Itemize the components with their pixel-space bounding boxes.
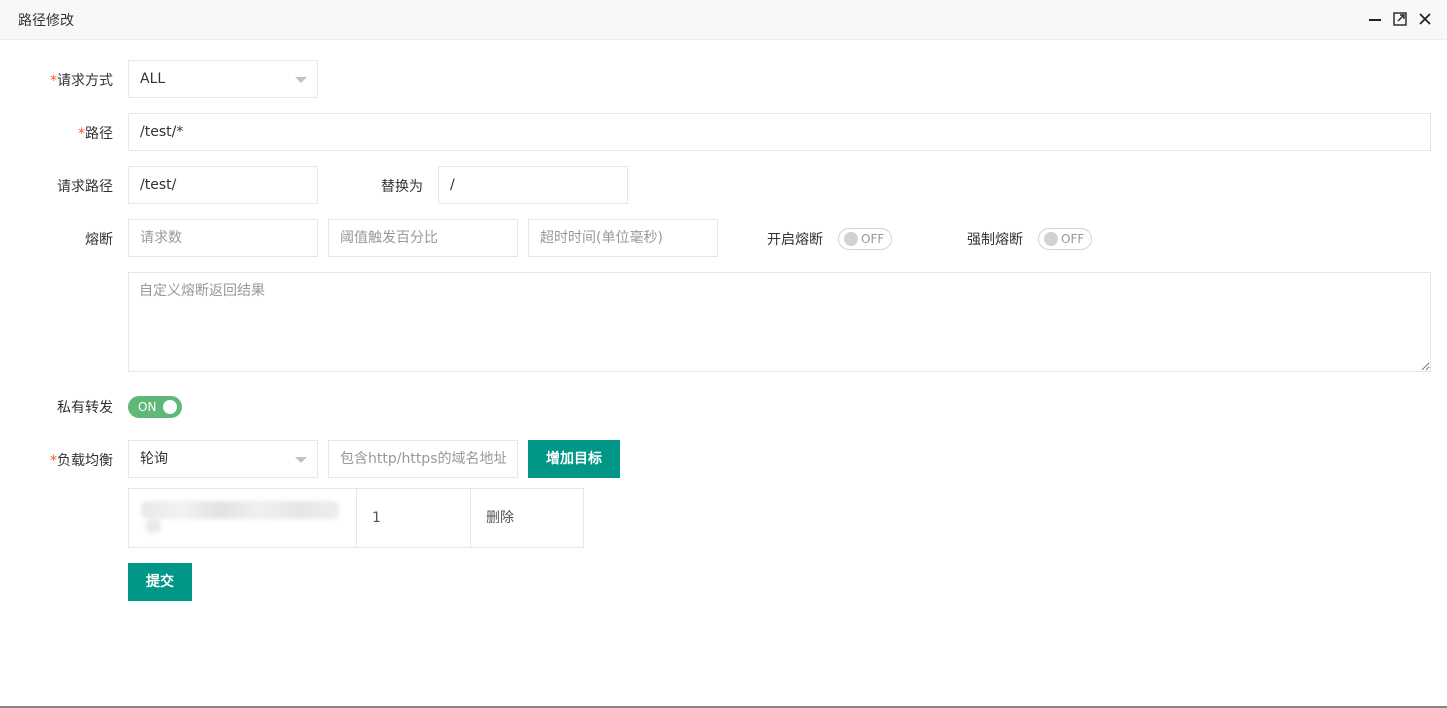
path-input[interactable] — [128, 113, 1431, 151]
private-forward-switch[interactable]: ON — [128, 396, 182, 418]
custom-result-textarea[interactable] — [128, 272, 1431, 372]
target-address-cell — [129, 489, 357, 547]
force-breaker-label: 强制熔断 — [967, 232, 1023, 248]
private-forward-label: 私有转发 — [57, 400, 113, 416]
circuit-breaker-label: 熔断 — [85, 232, 113, 248]
switch-knob — [844, 232, 858, 246]
chevron-down-icon — [295, 457, 307, 463]
replace-label: 替换为 — [381, 179, 423, 195]
domain-input[interactable] — [328, 440, 518, 478]
load-balance-label: *负载均衡 — [50, 453, 113, 469]
switch-knob — [163, 400, 177, 414]
target-weight-cell[interactable]: 1 — [357, 489, 471, 547]
replace-input[interactable] — [438, 166, 628, 204]
method-label: *请求方式 — [50, 73, 113, 89]
switch-knob — [1044, 232, 1058, 246]
threshold-input[interactable] — [328, 219, 518, 257]
enable-breaker-switch[interactable]: OFF — [838, 228, 892, 250]
timeout-input[interactable] — [528, 219, 718, 257]
close-icon[interactable] — [1416, 10, 1434, 28]
request-path-label: 请求路径 — [57, 179, 113, 195]
add-target-button[interactable]: 增加目标 — [528, 440, 620, 478]
enable-breaker-label: 开启熔断 — [767, 232, 823, 248]
load-balance-select[interactable]: 轮询 — [128, 440, 318, 478]
dialog-title: 路径修改 — [18, 13, 74, 29]
method-select[interactable]: ALL — [128, 60, 318, 98]
redacted-address — [145, 519, 161, 533]
force-breaker-state: OFF — [1061, 232, 1085, 246]
method-select-value: ALL — [140, 71, 166, 87]
redacted-address — [141, 501, 339, 519]
request-count-input[interactable] — [128, 219, 318, 257]
path-label: *路径 — [78, 126, 113, 142]
dialog-titlebar: 路径修改 — [0, 0, 1447, 40]
minimize-icon[interactable] — [1366, 10, 1384, 28]
request-path-input[interactable] — [128, 166, 318, 204]
load-balance-select-value: 轮询 — [140, 451, 168, 467]
maximize-icon[interactable] — [1391, 10, 1409, 28]
private-forward-state: ON — [138, 400, 157, 414]
delete-target-button[interactable]: 删除 — [471, 489, 583, 547]
submit-button[interactable]: 提交 — [128, 563, 192, 601]
force-breaker-switch[interactable]: OFF — [1038, 228, 1092, 250]
enable-breaker-state: OFF — [861, 232, 885, 246]
chevron-down-icon — [295, 77, 307, 83]
target-table: 1 删除 — [128, 488, 584, 548]
